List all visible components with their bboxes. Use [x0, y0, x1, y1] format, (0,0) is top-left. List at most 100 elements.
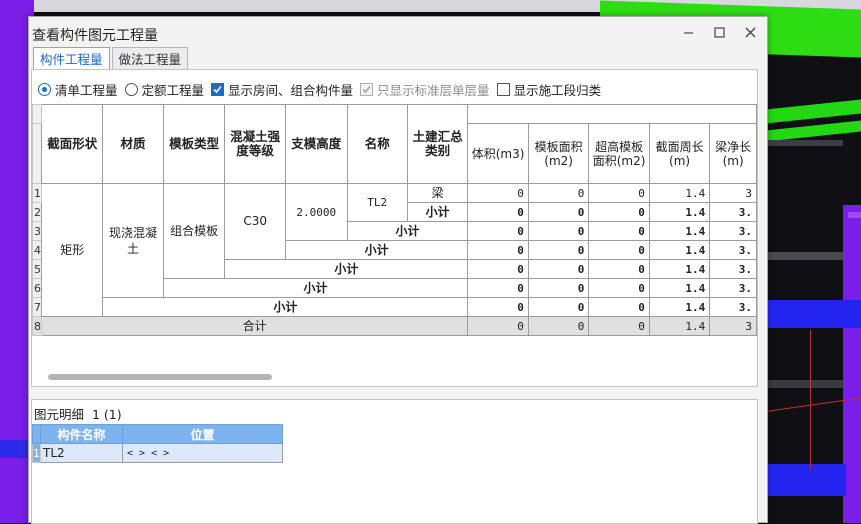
cell-support-height[interactable]: 2.0000 — [284, 183, 348, 241]
gray-beam — [756, 380, 843, 388]
detail-cell-position[interactable]: < > < > — [122, 443, 283, 463]
cell-high-formwork-area[interactable]: 0 — [588, 240, 650, 260]
quantity-grid[interactable]: 截面形状 材质 模板类型 混凝土强度等级 支模高度 名称 土建汇总类别 体积(m… — [32, 104, 757, 354]
close-icon[interactable] — [744, 26, 757, 39]
radio-selected-icon[interactable] — [38, 82, 51, 96]
row-number[interactable]: 5 — [32, 259, 42, 279]
checkbox-show-rooms[interactable]: 显示房间、组合构件量 — [211, 80, 353, 99]
cell-formwork-area[interactable]: 0 — [527, 240, 590, 260]
radio-empty-icon[interactable] — [124, 82, 138, 96]
tab-method-quantity[interactable]: 做法工程量 — [111, 47, 189, 69]
cell-concrete-grade[interactable]: C30 — [224, 183, 286, 260]
horizontal-scrollbar[interactable] — [48, 374, 272, 380]
gray-beam — [756, 140, 843, 146]
cell-perimeter[interactable]: 1.4 — [648, 259, 711, 279]
detail-grid[interactable]: 构件名称 位置 1 TL2 < > < > — [32, 424, 283, 463]
header-beam-net-length: 梁净长(m) — [709, 123, 757, 184]
header-volume: 体积(m3) — [467, 123, 529, 184]
gray-beam — [756, 252, 843, 260]
row-number[interactable]: 6 — [32, 278, 42, 298]
cell-high-formwork-area[interactable]: 0 — [588, 221, 650, 241]
cell-perimeter[interactable]: 1.4 — [648, 278, 711, 298]
cell-beam-length[interactable]: 3. — [709, 259, 757, 279]
cell-subtotal[interactable]: 小计 — [406, 202, 469, 222]
cell-high-formwork-area[interactable]: 0 — [588, 297, 650, 317]
cell-perimeter[interactable]: 1.4 — [648, 316, 711, 336]
cell-beam-length[interactable]: 3 — [709, 183, 757, 203]
cell-volume[interactable]: 0 — [467, 221, 529, 241]
cell-name[interactable]: TL2 — [346, 183, 408, 222]
header-position: 位置 — [122, 424, 283, 444]
cell-formwork-area[interactable]: 0 — [527, 316, 590, 336]
cell-beam-length[interactable]: 3. — [709, 221, 757, 241]
cell-perimeter[interactable]: 1.4 — [648, 297, 711, 317]
checkbox-checked-icon[interactable] — [211, 82, 225, 96]
cell-formwork-area[interactable]: 0 — [527, 297, 590, 317]
tab-component-quantity[interactable]: 构件工程量 — [33, 47, 110, 69]
cell-perimeter[interactable]: 1.4 — [648, 202, 711, 222]
blue-beam — [756, 300, 861, 328]
minimize-icon[interactable] — [682, 26, 695, 39]
cell-perimeter[interactable]: 1.4 — [648, 183, 711, 203]
header-formwork-type: 模板类型 — [162, 104, 226, 184]
cell-volume[interactable]: 0 — [467, 202, 529, 222]
cell-high-formwork-area[interactable]: 0 — [588, 278, 650, 298]
checkbox-show-stage[interactable]: 显示施工段归类 — [496, 80, 601, 99]
cell-subtotal[interactable]: 小计 — [284, 240, 469, 260]
cell-beam-length[interactable]: 3. — [709, 297, 757, 317]
blue-beam — [756, 464, 846, 496]
cell-formwork-area[interactable]: 0 — [527, 278, 590, 298]
options-bar: 清单工程量 定额工程量 显示房间、组合构件量 只显示标准层单层量 显示施工段归类 — [38, 80, 608, 98]
cell-category[interactable]: 梁 — [406, 183, 469, 203]
cell-high-formwork-area[interactable]: 0 — [588, 316, 650, 336]
cell-high-formwork-area[interactable]: 0 — [588, 259, 650, 279]
checkbox-empty-icon[interactable] — [496, 82, 510, 96]
checkbox-disabled-checked-icon — [360, 82, 374, 96]
cell-beam-length[interactable]: 3 — [709, 316, 757, 336]
row-number[interactable]: 3 — [32, 221, 42, 241]
header-section-shape: 截面形状 — [40, 104, 104, 184]
header-high-formwork-area: 超高模板面积(m2) — [588, 123, 650, 184]
dialog-title: 查看构件图元工程量 — [32, 28, 158, 44]
cell-formwork-area[interactable]: 0 — [527, 202, 590, 222]
cell-subtotal[interactable]: 小计 — [162, 278, 469, 298]
cell-high-formwork-area[interactable]: 0 — [588, 183, 650, 203]
cell-total[interactable]: 合计 — [40, 316, 469, 336]
cell-material[interactable]: 现浇混凝土 — [102, 183, 164, 298]
cell-volume[interactable]: 0 — [467, 278, 529, 298]
quantity-dialog: 查看构件图元工程量 构件工程量 做法工程量 清单工程量 定额工程量 显示房间、组… — [28, 16, 768, 524]
cell-perimeter[interactable]: 1.4 — [648, 240, 711, 260]
cell-volume[interactable]: 0 — [467, 316, 529, 336]
title-bar[interactable]: 查看构件图元工程量 — [29, 17, 767, 45]
cell-beam-length[interactable]: 3. — [709, 278, 757, 298]
cell-volume[interactable]: 0 — [467, 183, 529, 203]
cell-subtotal[interactable]: 小计 — [102, 297, 469, 317]
row-number[interactable]: 8 — [32, 316, 42, 336]
cell-high-formwork-area[interactable]: 0 — [588, 202, 650, 222]
green-beam — [756, 99, 861, 125]
radio-quota-quantity[interactable]: 定额工程量 — [124, 80, 204, 99]
cell-formwork-area[interactable]: 0 — [527, 221, 590, 241]
radio-bill-quantity[interactable]: 清单工程量 — [38, 80, 118, 99]
cell-formwork-type[interactable]: 组合模板 — [162, 183, 226, 279]
cell-section-shape[interactable]: 矩形 — [40, 183, 104, 317]
cell-perimeter[interactable]: 1.4 — [648, 221, 711, 241]
row-number[interactable]: 2 — [32, 202, 42, 222]
cell-subtotal[interactable]: 小计 — [346, 221, 469, 241]
header-section-perimeter: 截面周长(m) — [648, 123, 711, 184]
maximize-icon[interactable] — [713, 26, 726, 39]
cell-formwork-area[interactable]: 0 — [527, 183, 590, 203]
cell-volume[interactable]: 0 — [467, 259, 529, 279]
cell-subtotal[interactable]: 小计 — [224, 259, 469, 279]
table-row[interactable]: 1 TL2 < > < > — [32, 443, 283, 463]
cell-formwork-area[interactable]: 0 — [527, 259, 590, 279]
detail-row-number[interactable]: 1 — [32, 443, 41, 463]
cell-volume[interactable]: 0 — [467, 240, 529, 260]
cell-beam-length[interactable]: 3. — [709, 202, 757, 222]
row-number[interactable]: 7 — [32, 297, 42, 317]
row-number[interactable]: 4 — [32, 240, 42, 260]
cell-beam-length[interactable]: 3. — [709, 240, 757, 260]
row-number[interactable]: 1 — [32, 183, 42, 203]
detail-cell-name[interactable]: TL2 — [40, 443, 123, 463]
cell-volume[interactable]: 0 — [467, 297, 529, 317]
